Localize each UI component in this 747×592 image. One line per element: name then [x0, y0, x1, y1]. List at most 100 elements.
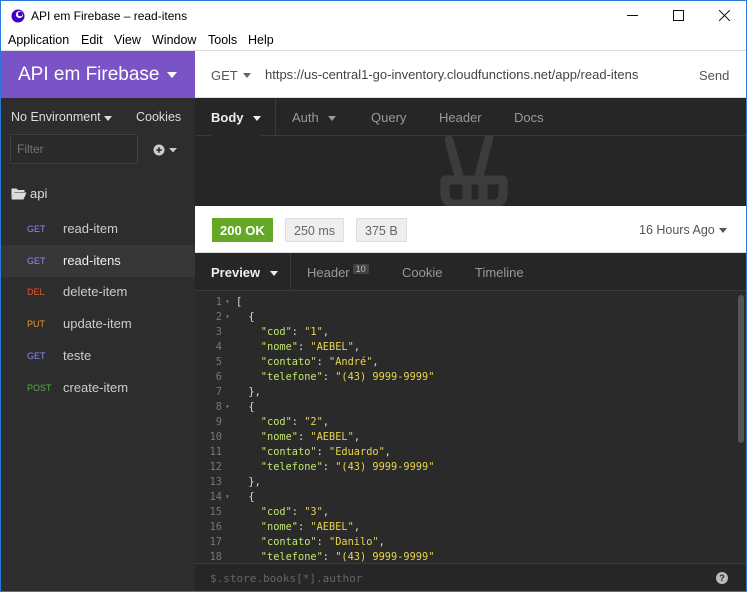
maximize-icon[interactable] [655, 1, 701, 30]
folder-label: api [30, 186, 48, 201]
chevron-down-icon [719, 228, 727, 233]
code-token: : [322, 551, 336, 563]
code-token: : [316, 356, 329, 368]
request-item-read-item[interactable]: GET read-item [1, 213, 195, 245]
response-filter-bar: $.store.books[*].author ? [195, 563, 746, 591]
request-name: read-item [63, 221, 118, 236]
response-history-selector[interactable]: 16 Hours Ago [639, 223, 715, 237]
code-line: 11 "contato": "Eduardo", [195, 446, 735, 461]
code-text: }, [236, 476, 261, 488]
line-number: 14 [209, 491, 222, 503]
code-token: { [236, 491, 255, 503]
response-json-viewer[interactable]: 1 ▾[2 ▾ {3 "cod": "1", 4 "nome": "AEBEL", 5 … [195, 291, 746, 563]
method-selector[interactable]: GET [211, 68, 238, 83]
request-item-delete-item[interactable]: DEL delete-item [1, 276, 195, 308]
minimize-icon[interactable] [609, 1, 655, 30]
fold-toggle-icon[interactable]: ▾ [225, 492, 230, 501]
code-text: { [236, 311, 254, 323]
status-badge: 200 OK [212, 218, 273, 242]
code-token: "contato" [236, 356, 317, 368]
menu-help[interactable]: Help [248, 33, 274, 47]
chevron-down-icon [243, 73, 251, 78]
tab-docs[interactable]: Docs [514, 98, 544, 136]
tab-query[interactable]: Query [371, 98, 406, 136]
chevron-down-icon [269, 271, 278, 277]
tab-timeline[interactable]: Timeline [475, 253, 524, 291]
send-button[interactable]: Send [699, 68, 729, 83]
request-body-area [195, 136, 746, 206]
tab-header[interactable]: Header [439, 98, 482, 136]
code-line: 16 "nome": "AEBEL", [195, 521, 735, 536]
code-token: "André" [329, 356, 373, 368]
line-number: 9 [215, 416, 222, 428]
request-item-read-itens[interactable]: GET read-itens [1, 245, 195, 277]
code-token: "AEBEL" [310, 431, 354, 443]
code-text: "telefone": "(43) 9999-9999" [236, 461, 435, 473]
code-line: 7 }, [195, 386, 735, 401]
code-token: : [298, 521, 311, 533]
fold-toggle-icon[interactable]: ▾ [225, 312, 230, 321]
line-number: 15 [209, 506, 222, 518]
fold-toggle-icon[interactable]: ▾ [225, 402, 230, 411]
code-token: , [378, 536, 385, 548]
environment-selector[interactable]: No Environment [11, 110, 101, 124]
tab-auth[interactable]: Auth [292, 98, 337, 136]
line-number: 7 [215, 386, 222, 398]
response-tabs: Preview Header 10 Cookie Timeline [195, 253, 746, 291]
code-line: 3 "cod": "1", [195, 326, 735, 341]
code-line: 5 "contato": "André", [195, 356, 735, 371]
add-plus-icon[interactable] [153, 142, 181, 158]
code-token: "2" [304, 416, 323, 428]
code-line: 14 ▾ { [195, 491, 735, 506]
scrollbar[interactable] [738, 295, 744, 443]
fold-toggle-icon[interactable]: ▾ [225, 297, 230, 306]
code-token: }, [236, 386, 261, 398]
code-token: "Eduardo" [329, 446, 385, 458]
sidebar: API em Firebase No Environment Cookies a… [1, 51, 195, 591]
url-input[interactable]: https://us-central1-go-inventory.cloudfu… [265, 67, 638, 82]
code-text: "cod": "2", [236, 416, 329, 428]
request-method: POST [27, 383, 52, 393]
tab-label: Header [307, 265, 350, 280]
request-name: create-item [63, 380, 129, 395]
code-text: "contato": "André", [236, 356, 379, 368]
tab-divider [275, 98, 276, 136]
line-number: 12 [209, 461, 222, 473]
tab-cookie[interactable]: Cookie [402, 253, 442, 291]
request-item-create-item[interactable]: POST create-item [1, 372, 195, 404]
code-token: "nome" [236, 521, 298, 533]
tab-body[interactable]: Body [211, 98, 262, 136]
workspace-switcher[interactable]: API em Firebase [1, 51, 195, 98]
code-token: "Danilo" [329, 536, 379, 548]
code-token: : [291, 326, 305, 338]
request-name: read-itens [63, 253, 121, 268]
line-number: 18 [209, 551, 222, 563]
sidebar-filter-input[interactable] [10, 134, 138, 164]
response-filter-input[interactable]: $.store.books[*].author [210, 572, 362, 585]
code-text: "contato": "Eduardo", [236, 446, 391, 458]
workspace-name: API em Firebase [18, 64, 160, 85]
request-item-teste[interactable]: GET teste [1, 340, 195, 372]
menu-tools[interactable]: Tools [208, 33, 237, 47]
tab-preview[interactable]: Preview [211, 253, 278, 291]
code-line: 6 "telefone": "(43) 9999-9999" [195, 371, 735, 386]
folder-open-icon [11, 188, 27, 200]
code-text: "cod": "1", [236, 326, 329, 338]
hand-peace-icon [440, 136, 508, 206]
tab-response-header[interactable]: Header 10 [307, 253, 369, 291]
menu-edit[interactable]: Edit [81, 33, 103, 47]
help-icon[interactable]: ? [716, 572, 728, 584]
menu-application[interactable]: Application [8, 33, 69, 47]
code-token: }, [236, 476, 261, 488]
code-token: , [322, 416, 330, 428]
request-item-update-item[interactable]: PUT update-item [1, 308, 195, 340]
cookies-button[interactable]: Cookies [136, 110, 181, 124]
request-method: DEL [27, 287, 45, 297]
header-count-badge: 10 [352, 264, 369, 274]
code-token: , [353, 341, 361, 353]
code-token: "contato" [236, 536, 317, 548]
request-name: teste [63, 348, 92, 363]
menu-window[interactable]: Window [152, 33, 196, 47]
close-icon[interactable] [701, 1, 746, 30]
menu-view[interactable]: View [114, 33, 141, 47]
